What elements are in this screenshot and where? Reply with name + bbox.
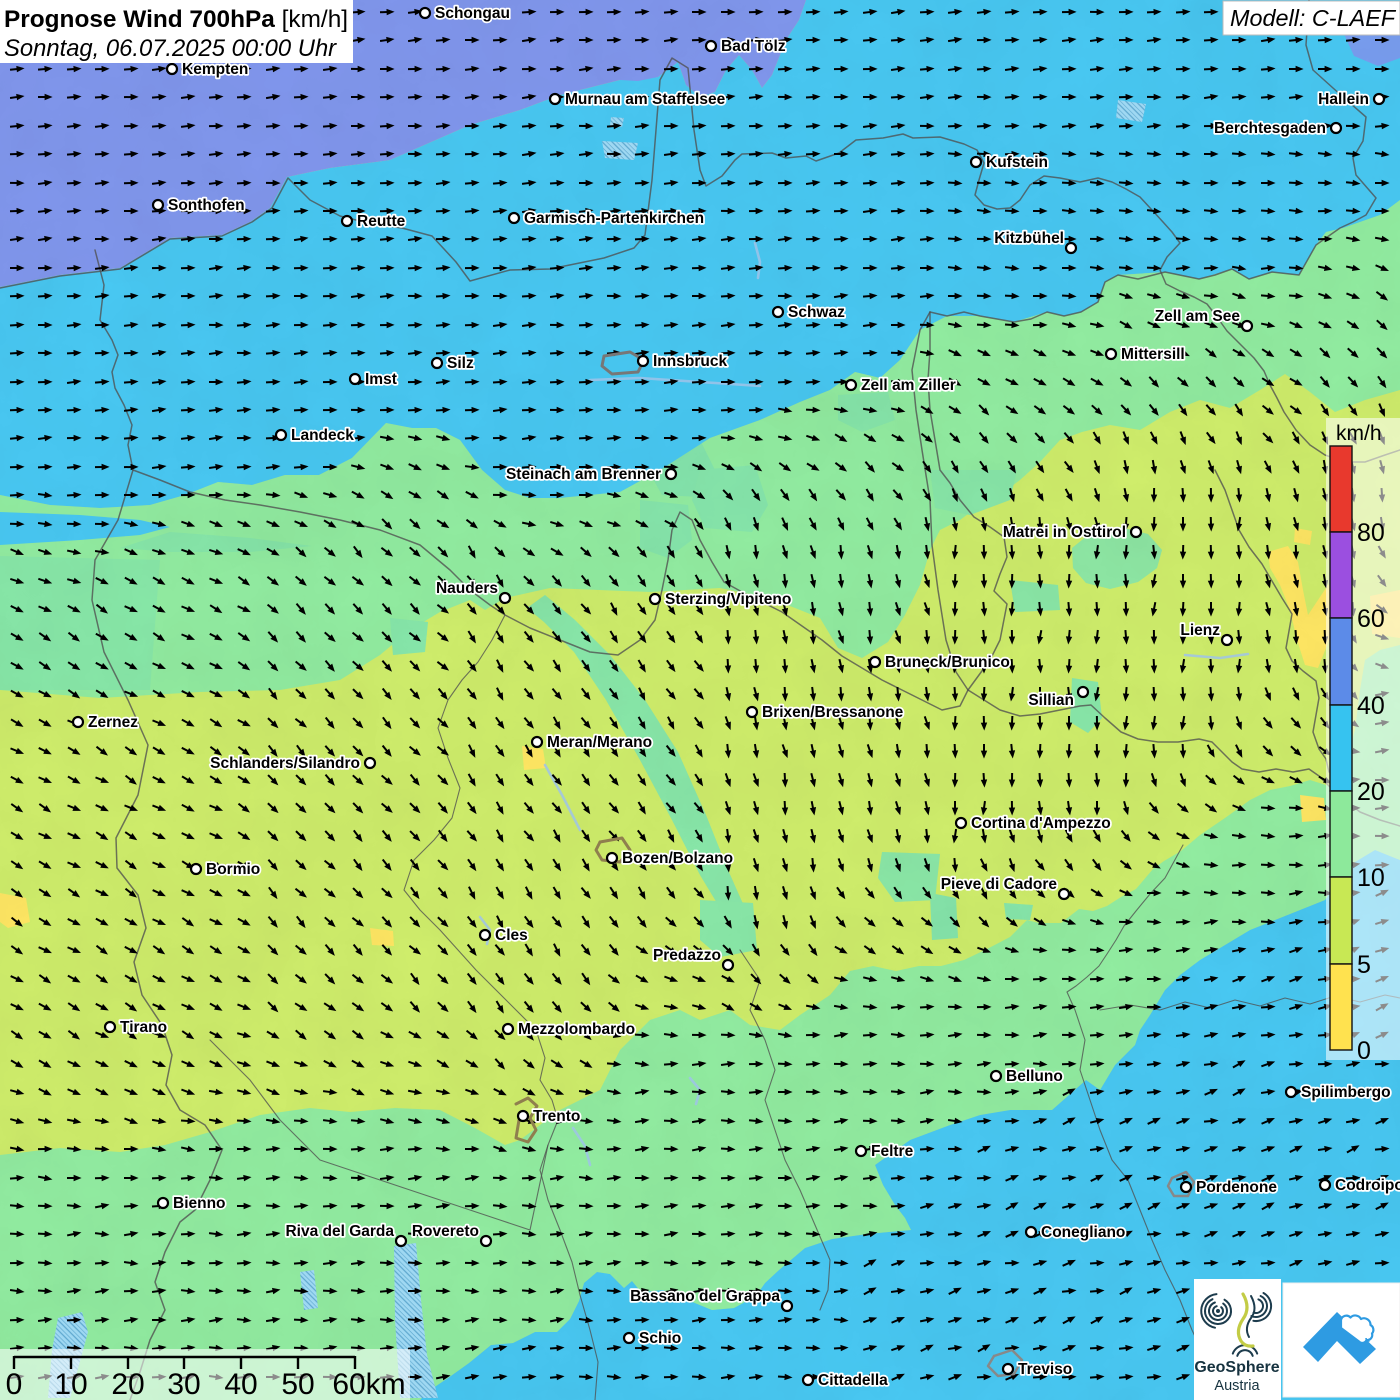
svg-text:Belluno: Belluno xyxy=(1006,1068,1063,1085)
svg-text:Brixen/Bressanone: Brixen/Bressanone xyxy=(762,704,904,721)
svg-text:0: 0 xyxy=(1357,1037,1371,1065)
svg-text:50: 50 xyxy=(281,1368,314,1400)
svg-text:Cles: Cles xyxy=(495,927,528,944)
svg-text:Bassano del Grappa: Bassano del Grappa xyxy=(630,1288,780,1305)
svg-text:Codroipo: Codroipo xyxy=(1335,1177,1400,1194)
svg-text:Kitzbühel: Kitzbühel xyxy=(994,230,1064,247)
svg-text:Sonthofen: Sonthofen xyxy=(168,197,245,214)
svg-text:Imst: Imst xyxy=(365,371,397,388)
svg-text:Landeck: Landeck xyxy=(291,427,354,444)
svg-text:30: 30 xyxy=(167,1368,200,1400)
svg-text:Bruneck/Brunico: Bruneck/Brunico xyxy=(885,654,1010,671)
svg-text:Feltre: Feltre xyxy=(871,1143,914,1160)
svg-text:Schlanders/Silandro: Schlanders/Silandro xyxy=(210,755,360,772)
svg-text:Treviso: Treviso xyxy=(1018,1361,1072,1378)
svg-text:Zernez: Zernez xyxy=(88,714,138,731)
svg-text:80: 80 xyxy=(1357,519,1385,547)
svg-text:20: 20 xyxy=(1357,778,1385,806)
svg-text:Prognose Wind 700hPa [km/h]: Prognose Wind 700hPa [km/h] xyxy=(4,6,348,33)
svg-text:Modell: C-LAEF: Modell: C-LAEF xyxy=(1230,5,1397,31)
svg-text:Silz: Silz xyxy=(447,355,474,372)
svg-text:Schio: Schio xyxy=(639,1330,681,1347)
svg-text:Reutte: Reutte xyxy=(357,213,406,230)
svg-text:Sillian: Sillian xyxy=(1028,692,1074,709)
svg-text:Innsbruck: Innsbruck xyxy=(653,353,727,370)
svg-text:Bienno: Bienno xyxy=(173,1195,226,1212)
svg-text:Kempten: Kempten xyxy=(182,61,248,78)
svg-text:Schwaz: Schwaz xyxy=(788,304,845,321)
svg-text:Bad Tölz: Bad Tölz xyxy=(721,38,786,55)
svg-text:10: 10 xyxy=(1357,864,1385,892)
svg-text:Trento: Trento xyxy=(533,1108,580,1125)
svg-text:Predazzo: Predazzo xyxy=(653,947,721,964)
svg-text:GeoSphere: GeoSphere xyxy=(1194,1359,1279,1376)
svg-text:Riva del Garda: Riva del Garda xyxy=(285,1223,394,1240)
svg-text:0: 0 xyxy=(6,1368,23,1400)
svg-text:Zell am Ziller: Zell am Ziller xyxy=(861,377,956,394)
svg-text:60km: 60km xyxy=(332,1368,405,1400)
svg-text:km/h: km/h xyxy=(1336,422,1382,445)
svg-text:Nauders: Nauders xyxy=(436,580,498,597)
svg-text:Meran/Merano: Meran/Merano xyxy=(547,734,652,751)
svg-text:Sterzing/Vipiteno: Sterzing/Vipiteno xyxy=(665,591,791,608)
svg-text:Berchtesgaden: Berchtesgaden xyxy=(1214,120,1326,137)
svg-text:Murnau am Staffelsee: Murnau am Staffelsee xyxy=(565,91,726,108)
svg-text:Schongau: Schongau xyxy=(435,5,510,22)
svg-text:Bormio: Bormio xyxy=(206,861,260,878)
svg-text:Spilimbergo: Spilimbergo xyxy=(1301,1084,1391,1101)
svg-text:Bozen/Bolzano: Bozen/Bolzano xyxy=(622,850,733,867)
svg-text:Kufstein: Kufstein xyxy=(986,154,1048,171)
svg-text:40: 40 xyxy=(1357,692,1385,720)
svg-text:Cortina d'Ampezzo: Cortina d'Ampezzo xyxy=(971,815,1111,832)
svg-text:Tirano: Tirano xyxy=(120,1019,167,1036)
svg-text:Steinach am Brenner: Steinach am Brenner xyxy=(506,466,661,483)
svg-text:Hallein: Hallein xyxy=(1318,91,1369,108)
svg-text:Zell am See: Zell am See xyxy=(1155,308,1241,325)
svg-text:Austria: Austria xyxy=(1214,1378,1260,1394)
svg-text:60: 60 xyxy=(1357,605,1385,633)
svg-text:Cittadella: Cittadella xyxy=(818,1372,888,1389)
svg-text:Garmisch-Partenkirchen: Garmisch-Partenkirchen xyxy=(524,210,704,227)
svg-text:Rovereto: Rovereto xyxy=(412,1223,479,1240)
svg-text:Lienz: Lienz xyxy=(1180,622,1220,639)
svg-text:Pieve di Cadore: Pieve di Cadore xyxy=(941,876,1058,893)
svg-text:Mittersill: Mittersill xyxy=(1121,346,1185,363)
svg-text:Sonntag, 06.07.2025 00:00 Uhr: Sonntag, 06.07.2025 00:00 Uhr xyxy=(4,35,337,62)
svg-text:Conegliano: Conegliano xyxy=(1041,1224,1125,1241)
svg-text:10: 10 xyxy=(54,1368,87,1400)
svg-text:20: 20 xyxy=(111,1368,144,1400)
svg-text:Pordenone: Pordenone xyxy=(1196,1179,1277,1196)
svg-text:Matrei in Osttirol: Matrei in Osttirol xyxy=(1003,524,1126,541)
svg-text:5: 5 xyxy=(1357,951,1371,979)
svg-text:40: 40 xyxy=(224,1368,257,1400)
svg-text:Mezzolombardo: Mezzolombardo xyxy=(518,1021,635,1038)
